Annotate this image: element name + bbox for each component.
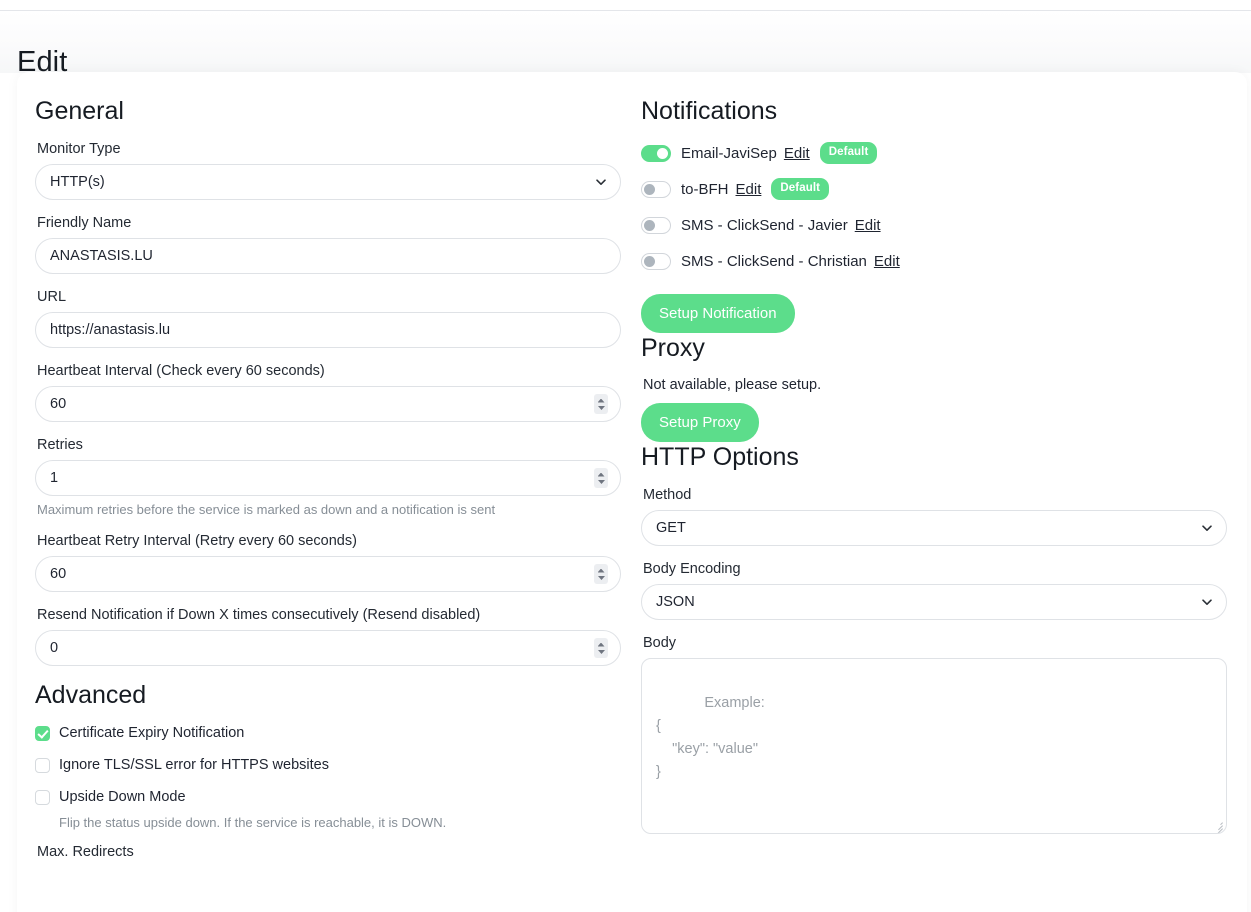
method-select[interactable]: GET [641,510,1227,546]
http-options-heading: HTTP Options [641,443,799,471]
monitor-type-value: HTTP(s) [50,174,105,190]
body-encoding-select[interactable]: JSON [641,584,1227,620]
body-textarea[interactable]: Example: { "key": "value" } [641,658,1227,834]
notification-edit-link[interactable]: Edit [874,253,900,270]
toggle-switch-off-icon[interactable] [641,180,671,198]
url-input[interactable]: https://anastasis.lu [35,312,621,348]
left-column: General Monitor Type HTTP(s) Friendly Na… [35,96,641,860]
checkbox-ignore-tls[interactable]: Ignore TLS/SSL error for HTTPS websites [35,756,621,775]
retries-value: 1 [50,470,59,486]
checkbox-upside-down[interactable]: Upside Down Mode [35,788,621,807]
friendly-name-label: Friendly Name [37,215,132,231]
resend-notification-group: Resend Notification if Down X times cons… [35,606,621,666]
url-group: URL https://anastasis.lu [35,288,621,348]
retries-label: Retries [37,437,83,453]
notification-name: Email-JaviSep [681,144,777,162]
body-encoding-value: JSON [656,594,695,610]
notification-edit-link[interactable]: Edit [855,217,881,234]
chevron-down-icon [1201,596,1213,608]
monitor-type-group: Monitor Type HTTP(s) [35,140,621,200]
resend-notification-input[interactable]: 0 [35,630,621,666]
checkbox-label: Upside Down Mode [59,789,186,805]
toggle-switch-off-icon[interactable] [641,216,671,234]
heartbeat-interval-label: Heartbeat Interval (Check every 60 secon… [37,363,325,379]
number-stepper-icon[interactable] [594,638,608,658]
body-label: Body [643,635,677,651]
notification-row-sms-javier[interactable]: SMS - ClickSend - Javier Edit [641,212,1229,238]
notification-row-to-bfh[interactable]: to-BFH Edit Default [641,176,1229,202]
retries-hint: Maximum retries before the service is ma… [37,502,496,517]
retry-interval-input[interactable]: 60 [35,556,621,592]
edit-monitor-card: General Monitor Type HTTP(s) Friendly Na… [17,72,1247,912]
url-value: https://anastasis.lu [50,322,171,338]
advanced-heading: Advanced [35,681,147,709]
retry-interval-group: Heartbeat Retry Interval (Retry every 60… [35,532,621,592]
notification-row-email-javisep[interactable]: Email-JaviSep Edit Default [641,140,1229,166]
monitor-type-label: Monitor Type [37,141,121,157]
notification-edit-link[interactable]: Edit [784,145,810,162]
body-encoding-group: Body Encoding JSON [641,560,1229,620]
status-badge: Default [771,177,830,201]
checkbox-unchecked-icon[interactable] [35,790,50,805]
resend-notification-label: Resend Notification if Down X times cons… [37,607,481,623]
heartbeat-interval-group: Heartbeat Interval (Check every 60 secon… [35,362,621,422]
checkbox-checked-icon[interactable] [35,726,50,741]
resend-notification-value: 0 [50,640,59,656]
notification-name: SMS - ClickSend - Javier [681,216,848,234]
retries-group: Retries 1 Maximum retries before the ser… [35,436,621,518]
page-root: Edit General Monitor Type HTTP(s) Friend… [0,0,1251,912]
number-stepper-icon[interactable] [594,468,608,488]
heartbeat-interval-input[interactable]: 60 [35,386,621,422]
chevron-down-icon [595,176,607,188]
right-column: Notifications Email-JaviSep Edit Default… [641,96,1229,860]
proxy-heading: Proxy [641,334,705,362]
checkbox-certificate-expiry[interactable]: Certificate Expiry Notification [35,724,621,743]
method-value: GET [656,520,686,536]
friendly-name-group: Friendly Name ANASTASIS.LU [35,214,621,274]
retry-interval-label: Heartbeat Retry Interval (Retry every 60… [37,533,357,549]
setup-proxy-button[interactable]: Setup Proxy [641,403,759,442]
header-band [0,11,1251,73]
proxy-status-text: Not available, please setup. [643,377,822,393]
body-placeholder: Example: { "key": "value" } [656,695,765,780]
monitor-type-select[interactable]: HTTP(s) [35,164,621,200]
checkbox-unchecked-icon[interactable] [35,758,50,773]
number-stepper-icon[interactable] [594,394,608,414]
method-group: Method GET [641,486,1229,546]
max-redirects-label: Max. Redirects [37,844,134,860]
friendly-name-value: ANASTASIS.LU [50,248,153,264]
notification-name: SMS - ClickSend - Christian [681,252,867,270]
retries-input[interactable]: 1 [35,460,621,496]
notification-name: to-BFH [681,180,729,198]
status-badge: Default [819,141,878,165]
url-label: URL [37,289,67,305]
setup-notification-button[interactable]: Setup Notification [641,294,795,333]
heartbeat-interval-value: 60 [50,396,67,412]
number-stepper-icon[interactable] [594,564,608,584]
notifications-heading: Notifications [641,97,778,125]
general-heading: General [35,97,124,125]
checkbox-label: Ignore TLS/SSL error for HTTPS websites [59,757,329,773]
friendly-name-input[interactable]: ANASTASIS.LU [35,238,621,274]
body-group: Body Example: { "key": "value" } [641,634,1229,834]
upside-down-description: Flip the status upside down. If the serv… [59,815,447,830]
chevron-down-icon [1201,522,1213,534]
retry-interval-value: 60 [50,566,67,582]
body-encoding-label: Body Encoding [643,561,741,577]
toggle-switch-off-icon[interactable] [641,252,671,270]
two-column-layout: General Monitor Type HTTP(s) Friendly Na… [17,72,1247,860]
notification-row-sms-christian[interactable]: SMS - ClickSend - Christian Edit [641,248,1229,274]
toggle-switch-on-icon[interactable] [641,144,671,162]
checkbox-label: Certificate Expiry Notification [59,725,245,741]
resize-handle-icon[interactable] [1213,820,1223,833]
method-label: Method [643,487,692,503]
notification-edit-link[interactable]: Edit [736,181,762,198]
